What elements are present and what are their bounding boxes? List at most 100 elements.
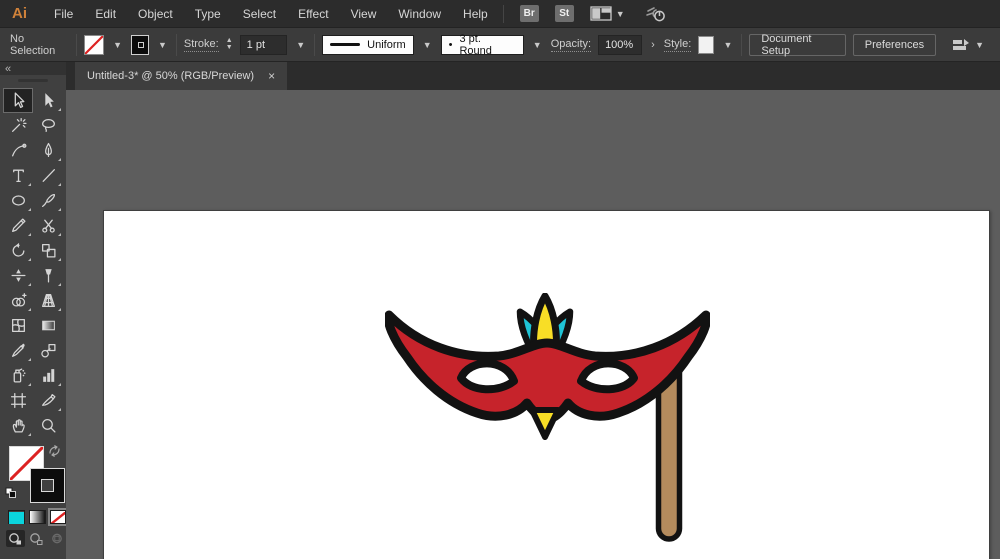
stroke-weight-stepper[interactable]: ▲▼ xyxy=(226,38,233,51)
opacity-more-arrow[interactable]: › xyxy=(649,39,657,51)
menu-file[interactable]: File xyxy=(43,0,84,28)
chevron-down-icon: ▼ xyxy=(616,9,625,19)
document-setup-button[interactable]: Document Setup xyxy=(749,34,845,56)
pencil-icon xyxy=(10,217,27,234)
draw-behind-button[interactable] xyxy=(27,530,46,547)
tool-perspective-grid[interactable] xyxy=(33,288,63,313)
tool-magic-wand[interactable] xyxy=(3,113,33,138)
blend-icon xyxy=(40,342,57,359)
brush-chevron[interactable]: ▼ xyxy=(531,40,544,50)
stroke-proxy-black[interactable] xyxy=(30,468,65,503)
color-swatch-icon xyxy=(9,512,24,524)
stroke-weight-chevron[interactable]: ▼ xyxy=(294,40,307,50)
stroke-dropdown-chevron[interactable]: ▼ xyxy=(156,40,169,50)
tool-zoom[interactable] xyxy=(33,413,63,438)
tool-gradient[interactable] xyxy=(33,313,63,338)
draw-inside-icon xyxy=(50,532,64,545)
stroke-panel-link[interactable]: Stroke: xyxy=(184,38,219,52)
tool-blend[interactable] xyxy=(33,338,63,363)
style-panel-link[interactable]: Style: xyxy=(664,38,692,52)
workspace-switcher[interactable]: ▼ xyxy=(590,6,625,21)
mask-eye-right[interactable] xyxy=(581,363,634,389)
menu-effect[interactable]: Effect xyxy=(287,0,339,28)
tool-type[interactable] xyxy=(3,163,33,188)
default-swatches-icon xyxy=(5,487,17,499)
menu-select[interactable]: Select xyxy=(232,0,287,28)
default-fill-stroke-button[interactable] xyxy=(5,486,17,504)
tool-symbol-sprayer[interactable] xyxy=(3,363,33,388)
tool-mesh[interactable] xyxy=(3,313,33,338)
menu-help[interactable]: Help xyxy=(452,0,499,28)
tool-lasso[interactable] xyxy=(33,113,63,138)
none-fill-icon xyxy=(85,36,103,54)
stock-icon[interactable]: St xyxy=(555,5,574,22)
tool-paintbrush[interactable] xyxy=(33,188,63,213)
menu-type[interactable]: Type xyxy=(184,0,232,28)
close-tab-icon[interactable]: × xyxy=(268,69,275,83)
tool-eyedropper[interactable] xyxy=(3,338,33,363)
tool-selection[interactable] xyxy=(3,88,33,113)
opacity-field[interactable]: 100% xyxy=(598,35,642,55)
tool-puppet-warp[interactable] xyxy=(33,263,63,288)
tool-line-segment[interactable] xyxy=(33,163,63,188)
menu-view[interactable]: View xyxy=(340,0,388,28)
collapse-panel-button[interactable]: « xyxy=(5,63,11,75)
fill-dropdown-chevron[interactable]: ▼ xyxy=(111,40,124,50)
line-segment-icon xyxy=(40,167,57,184)
tool-column-graph[interactable] xyxy=(33,363,63,388)
tool-scissors[interactable] xyxy=(33,213,63,238)
pen-icon xyxy=(40,142,57,159)
chevron-down-icon: ▼ xyxy=(975,40,984,50)
width-profile-chevron[interactable]: ▼ xyxy=(421,40,434,50)
scissors-icon xyxy=(40,217,57,234)
draw-inside-button[interactable] xyxy=(47,530,66,547)
tool-shape-builder[interactable] xyxy=(3,288,33,313)
tool-artboard[interactable] xyxy=(3,388,33,413)
menu-window[interactable]: Window xyxy=(387,0,452,28)
tool-ellipse[interactable] xyxy=(3,188,33,213)
draw-normal-button[interactable] xyxy=(6,530,25,547)
app-logo: Ai xyxy=(12,5,27,22)
bridge-icon[interactable]: Br xyxy=(520,5,539,22)
tool-curvature[interactable] xyxy=(3,138,33,163)
tool-width[interactable] xyxy=(3,263,33,288)
tool-direct-selection[interactable] xyxy=(33,88,63,113)
tool-scale[interactable] xyxy=(33,238,63,263)
tool-pencil[interactable] xyxy=(3,213,33,238)
touch-workspace-button[interactable] xyxy=(645,5,667,23)
stroke-profile-line-icon xyxy=(330,43,360,46)
brush-dropdown[interactable]: • 3 pt. Round xyxy=(441,35,524,55)
preferences-button[interactable]: Preferences xyxy=(853,34,936,56)
swap-fill-stroke-button[interactable] xyxy=(48,444,61,462)
canvas-pasteboard[interactable] xyxy=(66,90,1000,559)
stroke-weight-field[interactable]: 1 pt xyxy=(240,35,288,55)
gradient-button[interactable] xyxy=(29,510,46,524)
menubar-divider xyxy=(503,5,504,23)
menu-edit[interactable]: Edit xyxy=(84,0,127,28)
stroke-color-swatch[interactable] xyxy=(131,35,149,55)
stroke-proxy-hole xyxy=(41,479,54,492)
color-button[interactable] xyxy=(8,510,25,524)
opacity-panel-link[interactable]: Opacity: xyxy=(551,38,591,52)
mask-eye-left[interactable] xyxy=(461,363,514,389)
menu-object[interactable]: Object xyxy=(127,0,184,28)
tool-rotate[interactable] xyxy=(3,238,33,263)
tool-hand[interactable] xyxy=(3,413,33,438)
tool-pen[interactable] xyxy=(33,138,63,163)
none-button[interactable] xyxy=(50,510,67,524)
width-profile-dropdown[interactable]: Uniform xyxy=(322,35,414,55)
align-options-button[interactable]: ▼ xyxy=(951,37,984,53)
none-icon xyxy=(51,512,66,524)
style-chevron[interactable]: ▼ xyxy=(721,40,734,50)
fill-color-swatch[interactable] xyxy=(84,35,104,55)
style-swatch[interactable] xyxy=(698,36,714,54)
width-tool-icon xyxy=(10,267,27,284)
masquerade-mask-artwork[interactable] xyxy=(385,293,710,543)
tool-slice[interactable] xyxy=(33,388,63,413)
panel-grip[interactable] xyxy=(18,79,48,82)
mask-nose-diamond[interactable] xyxy=(532,410,558,437)
document-tab[interactable]: Untitled-3* @ 50% (RGB/Preview) × xyxy=(75,62,287,90)
document-area: Untitled-3* @ 50% (RGB/Preview) × xyxy=(66,62,1000,559)
slice-knife-icon xyxy=(40,392,57,409)
tool-grid xyxy=(0,88,66,438)
